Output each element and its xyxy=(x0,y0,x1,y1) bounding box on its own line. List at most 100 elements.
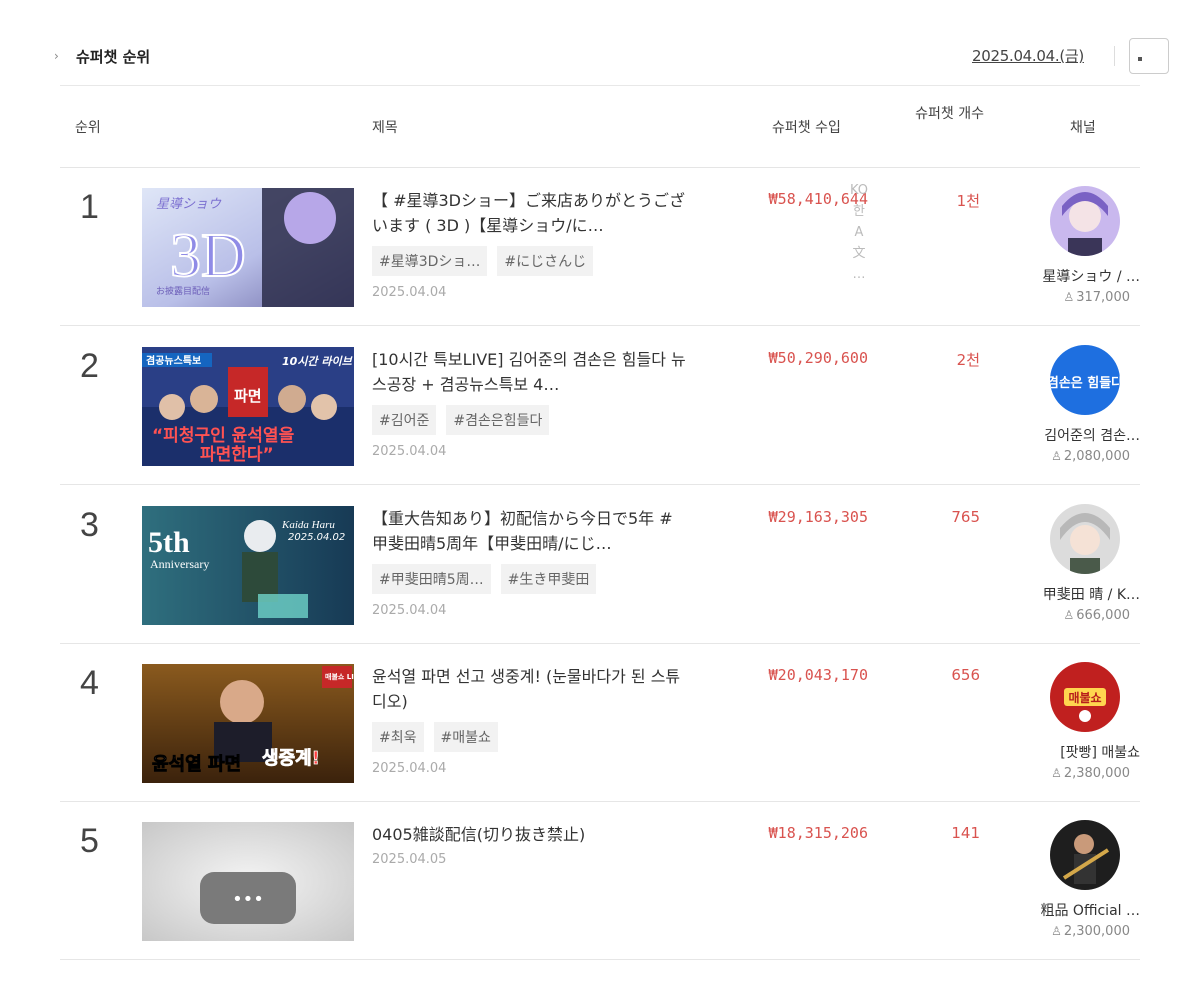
divider xyxy=(1114,46,1115,66)
page-title: 슈퍼챗 순위 xyxy=(76,48,151,66)
video-title[interactable]: 윤석열 파면 선고 생중계! (눈물바다가 된 스튜디오) xyxy=(372,664,687,714)
widget-text: A xyxy=(854,225,864,240)
avatar-text: 매불쇼 xyxy=(1068,690,1101,705)
superchat-revenue: ₩50,290,600 xyxy=(768,349,868,367)
table-row[interactable]: 4 매불쇼 LIVE 윤석열 파면 생중계! 윤석열 파면 선고 생중계! (눈… xyxy=(60,644,1140,802)
column-header-rank: 순위 xyxy=(75,120,101,136)
video-thumbnail[interactable]: 5th Anniversary Kaida Haru 2025.04.02 xyxy=(142,506,354,625)
column-header-title: 제목 xyxy=(372,120,398,136)
tag-list: #최욱 #매불쇼 xyxy=(372,722,498,752)
video-thumbnail[interactable]: 겸공뉴스특보 10시간 라이브 파면 “피청구인 윤석열을 파면한다” xyxy=(142,347,354,466)
person-icon: ♙ xyxy=(1063,290,1075,304)
video-title[interactable]: 0405雑談配信(切り抜き禁止) xyxy=(372,822,687,847)
channel-name[interactable]: 星導ショウ / … xyxy=(1010,266,1140,286)
superchat-revenue: ₩20,043,170 xyxy=(768,666,868,684)
thumbnail-text: 10시간 라이브 xyxy=(282,355,353,368)
person-icon: ♙ xyxy=(1051,924,1062,938)
video-thumbnail[interactable]: 星導ショウ 3D お披露目配信 xyxy=(142,188,354,307)
thumbnail-text: 윤석열 파면 xyxy=(152,754,241,775)
channel-name[interactable]: [팟빵] 매불쇼 xyxy=(1010,742,1140,762)
superchat-count: 141 xyxy=(951,824,980,842)
tag-list: #星導3Dショ… #にじさんじ xyxy=(372,246,594,276)
thumbnail-text: Anniversary xyxy=(150,557,209,571)
subscriber-count: ♙ 317,000 xyxy=(1063,290,1130,305)
column-header-channel: 채널 xyxy=(1070,120,1096,136)
video-thumbnail[interactable]: 매불쇼 LIVE 윤석열 파면 생중계! xyxy=(142,664,354,783)
date-selector[interactable]: 2025.04.04.(금) xyxy=(972,45,1084,66)
more-icon: ••• xyxy=(232,889,264,910)
superchat-revenue: ₩18,315,206 xyxy=(768,824,868,842)
video-date: 2025.04.05 xyxy=(372,852,447,867)
table-row[interactable]: 1 星導ショウ 3D お披露目配信 【 #星導3Dショー】ご来店ありがとうござい… xyxy=(60,168,1140,326)
thumbnail-text: 파면 xyxy=(234,387,262,405)
thumbnail-text: 5th xyxy=(148,526,190,559)
video-date: 2025.04.04 xyxy=(372,444,447,459)
rank-number: 2 xyxy=(80,347,99,385)
tag[interactable]: #최욱 xyxy=(372,722,424,752)
tag[interactable]: #매불쇼 xyxy=(433,722,498,752)
tag[interactable]: #にじさんじ xyxy=(497,246,594,276)
superchat-revenue: ₩29,163,305 xyxy=(768,508,868,526)
widget-text: KO xyxy=(849,183,869,198)
calendar-button[interactable] xyxy=(1129,38,1169,74)
channel-name[interactable]: 김어준의 겸손… xyxy=(1010,425,1140,445)
video-title[interactable]: 【 #星導3Dショー】ご来店ありがとうございます ( 3D )【星導ショウ/に… xyxy=(372,188,687,238)
avatar-text: 겸손은 힘들다 xyxy=(1050,375,1120,391)
tag[interactable]: #甲斐田晴5周… xyxy=(372,564,491,594)
person-icon: ♙ xyxy=(1051,766,1062,780)
thumbnail-text: 생중계! xyxy=(262,748,320,769)
person-icon: ♙ xyxy=(1063,608,1075,622)
thumbnail-text: Kaida Haru xyxy=(281,519,335,531)
table-row[interactable]: 5 ••• 0405雑談配信(切り抜き禁止) 2025.04.05 ₩18,31… xyxy=(60,802,1140,960)
video-date: 2025.04.04 xyxy=(372,761,447,776)
widget-text: 文 xyxy=(852,246,866,261)
channel-avatar[interactable] xyxy=(1050,820,1120,890)
tag-list: #김어준 #겸손은힘들다 xyxy=(372,405,550,435)
subscriber-count: ♙ 2,080,000 xyxy=(1051,449,1130,464)
person-icon: ♙ xyxy=(1051,449,1062,463)
subscriber-count: ♙ 2,380,000 xyxy=(1051,766,1130,781)
video-thumbnail[interactable]: ••• xyxy=(142,822,354,941)
thumbnail-text: お披露目配信 xyxy=(156,285,210,297)
channel-name[interactable]: 甲斐田 晴 / K… xyxy=(1010,584,1140,604)
superchat-count: 656 xyxy=(951,666,980,684)
tag[interactable]: #生き甲斐田 xyxy=(500,564,597,594)
video-title[interactable]: [10시간 특보LIVE] 김어준의 겸손은 힘들다 뉴스공장 + 겸공뉴스특보… xyxy=(372,347,687,397)
ranking-header: › 슈퍼챗 순위 2025.04.04.(금) xyxy=(0,0,1200,86)
rank-number: 3 xyxy=(80,506,99,544)
thumbnail-text: “피청구인 윤석열을 xyxy=(152,425,295,446)
tag[interactable]: #星導3Dショ… xyxy=(372,246,488,276)
subscriber-count: ♙ 2,300,000 xyxy=(1051,924,1130,939)
channel-name[interactable]: 粗品 Official … xyxy=(1010,900,1140,920)
thumbnail-text: 매불쇼 LIVE xyxy=(325,672,354,681)
video-date: 2025.04.04 xyxy=(372,285,447,300)
column-header-revenue[interactable]: 슈퍼챗 수입 xyxy=(772,117,841,137)
channel-avatar[interactable] xyxy=(1050,504,1120,574)
channel-avatar[interactable]: 겸손은 힘들다 xyxy=(1050,345,1120,415)
channel-avatar[interactable] xyxy=(1050,186,1120,256)
table-row[interactable]: 2 겸공뉴스특보 10시간 라이브 파면 “피청구인 윤석열을 파면한다” [1… xyxy=(60,327,1140,485)
column-header-count[interactable]: 슈퍼챗 개수 xyxy=(900,104,984,125)
rank-number: 1 xyxy=(80,188,99,226)
thumbnail-text: 星導ショウ xyxy=(156,197,222,212)
tag[interactable]: #김어준 xyxy=(372,405,437,435)
thumbnail-text: 겸공뉴스특보 xyxy=(146,355,201,367)
thumbnail-text: 파면한다” xyxy=(200,445,274,465)
video-title[interactable]: 【重大告知あり】初配信から今日で5年 #甲斐田晴5周年【甲斐田晴/にじ… xyxy=(372,506,687,556)
table-row[interactable]: 3 5th Anniversary Kaida Haru 2025.04.02 … xyxy=(60,486,1140,644)
superchat-count: 1천 xyxy=(956,192,980,210)
thumbnail-text: 2025.04.02 xyxy=(288,532,345,543)
rank-number: 5 xyxy=(80,822,99,860)
video-date: 2025.04.04 xyxy=(372,603,447,618)
tag-list: #甲斐田晴5周… #生き甲斐田 xyxy=(372,564,597,594)
tag[interactable]: #겸손은힘들다 xyxy=(446,405,550,435)
rank-number: 4 xyxy=(80,664,99,702)
translate-widget[interactable]: KO 한 A 文 … xyxy=(848,180,870,285)
chevron-left-icon[interactable]: › xyxy=(54,49,59,63)
widget-text: 한 xyxy=(853,204,865,219)
superchat-count: 2천 xyxy=(956,351,980,369)
superchat-count: 765 xyxy=(951,508,980,526)
widget-text: … xyxy=(852,267,866,282)
subscriber-count: ♙ 666,000 xyxy=(1063,608,1130,623)
channel-avatar[interactable]: 매불쇼 xyxy=(1050,662,1120,732)
